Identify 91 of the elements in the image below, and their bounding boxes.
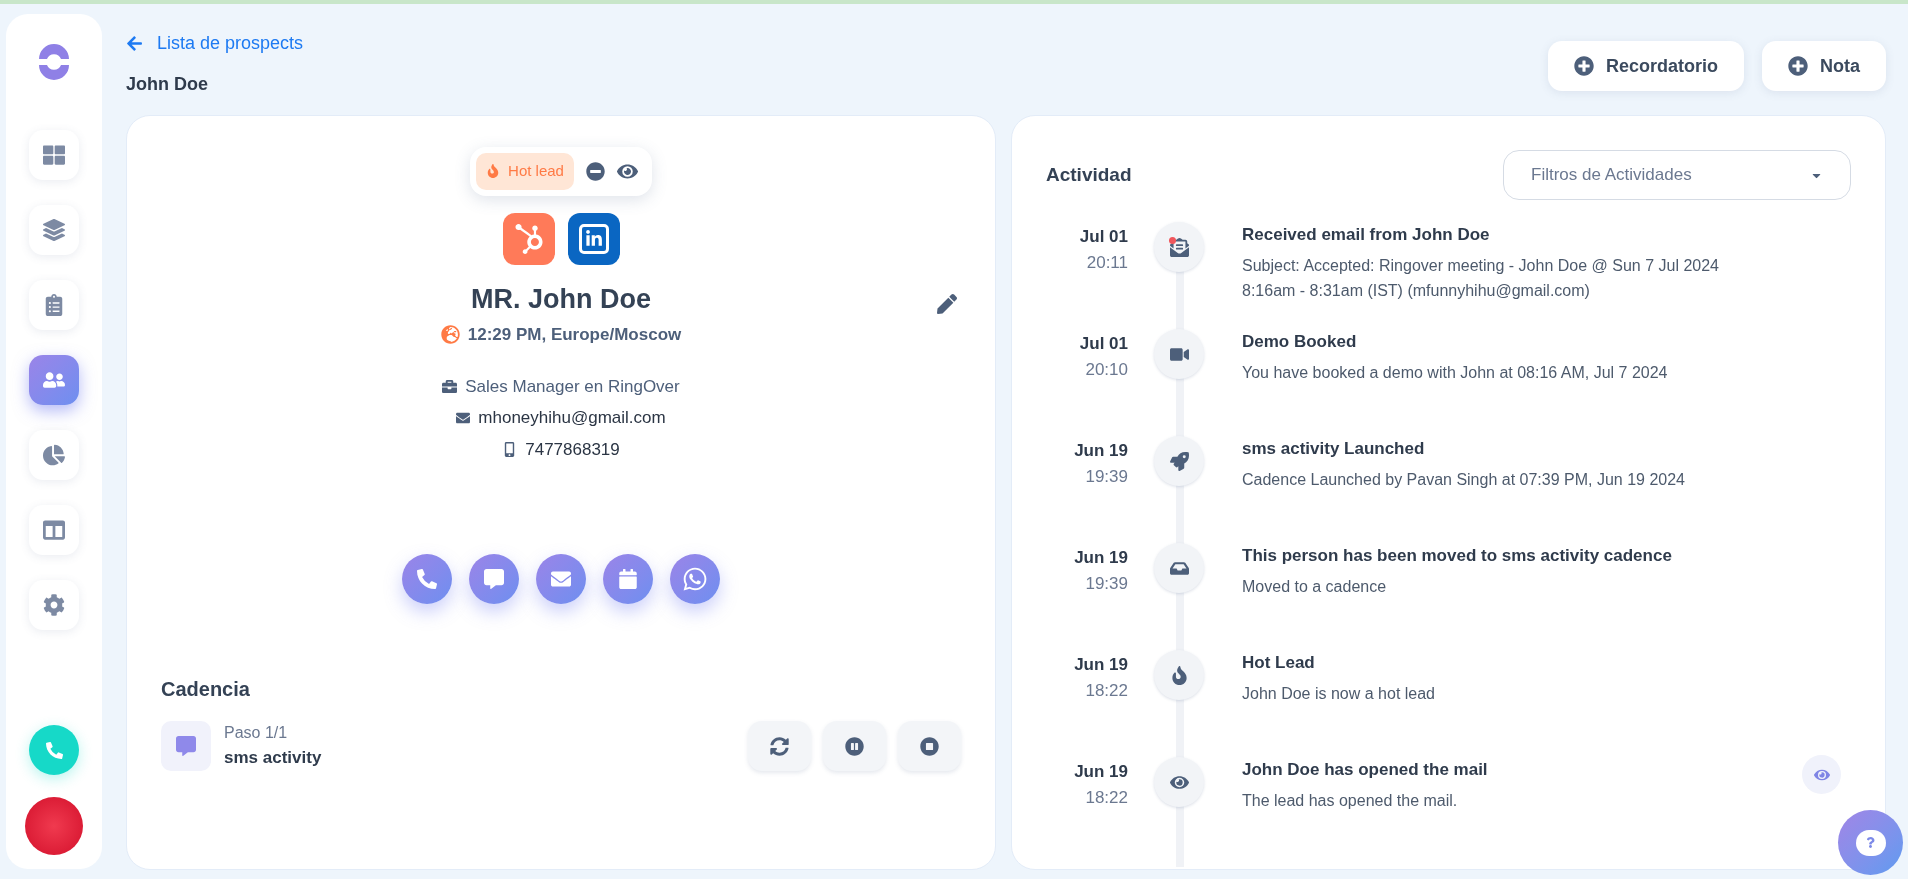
activity-description: You have booked a demo with John at 08:16 AM, Jul 7 2024 bbox=[1242, 362, 1669, 383]
sidebar-nav-button[interactable] bbox=[29, 130, 79, 180]
add-button[interactable]: Recordatorio bbox=[1547, 41, 1744, 91]
cadence-title: Cadencia bbox=[161, 677, 251, 702]
whatsapp-button[interactable] bbox=[670, 554, 720, 604]
plus-icon bbox=[1573, 56, 1594, 76]
activity-date: Jul 01 bbox=[1079, 333, 1128, 355]
back-arrow-icon bbox=[126, 35, 143, 52]
activity-time: 18:22 bbox=[1085, 679, 1128, 702]
page-title: John Doe bbox=[126, 73, 209, 96]
remove-icon[interactable] bbox=[585, 161, 605, 181]
linkedin-button[interactable] bbox=[567, 212, 620, 265]
add-button[interactable]: Nota bbox=[1762, 41, 1886, 91]
message-button[interactable] bbox=[469, 554, 519, 604]
tag-label: Hot lead bbox=[508, 161, 564, 181]
people-icon bbox=[43, 369, 65, 391]
activity-description: John Doe is now a hot lead bbox=[1242, 683, 1436, 704]
edit-icon[interactable] bbox=[937, 294, 957, 314]
calendar-button[interactable] bbox=[603, 554, 653, 604]
envelope-icon bbox=[456, 410, 471, 425]
user-avatar[interactable] bbox=[25, 797, 83, 855]
phone-button[interactable] bbox=[29, 725, 79, 775]
phone-icon bbox=[417, 569, 437, 589]
whatsapp-icon bbox=[682, 566, 708, 592]
briefcase-icon bbox=[442, 378, 458, 394]
settings-icon bbox=[43, 594, 65, 616]
contact-name: MR. John Doe bbox=[471, 282, 651, 316]
activity-description: Moved to a cadence bbox=[1242, 576, 1388, 597]
call-button[interactable] bbox=[402, 554, 452, 604]
sidebar-nav-button[interactable] bbox=[29, 430, 79, 480]
activity-title-text: Demo Booked bbox=[1242, 331, 1358, 353]
hubspot-button[interactable] bbox=[502, 212, 555, 265]
activity-title: Actividad bbox=[1046, 162, 1132, 187]
rocket-icon bbox=[1169, 451, 1189, 471]
chat-bubble-icon bbox=[484, 569, 504, 589]
layout-icon bbox=[43, 519, 65, 541]
dashboard-icon bbox=[43, 144, 65, 166]
sidebar-nav-button[interactable] bbox=[29, 205, 79, 255]
activity-time: 19:39 bbox=[1085, 572, 1128, 595]
email-button[interactable] bbox=[536, 554, 586, 604]
activity-time: 19:39 bbox=[1085, 465, 1128, 488]
clipboard-icon bbox=[43, 294, 65, 316]
view-button[interactable] bbox=[1802, 755, 1841, 794]
activity-title-text: This person has been moved to sms activity cadence bbox=[1242, 545, 1673, 567]
stop-icon bbox=[920, 736, 939, 756]
activity-date: Jun 19 bbox=[1074, 654, 1128, 676]
hubspot-logo-icon bbox=[513, 223, 544, 254]
activity-title-text: John Doe has opened the mail bbox=[1242, 759, 1489, 781]
calendar-icon bbox=[618, 569, 638, 589]
activity-time: 20:10 bbox=[1085, 358, 1128, 381]
back-link[interactable]: Lista de prospects bbox=[126, 30, 304, 57]
activity-time: 18:22 bbox=[1085, 786, 1128, 809]
email-address: mhoneyhihu@gmail.com bbox=[478, 407, 666, 429]
chat-bubble-icon bbox=[161, 721, 211, 771]
activity-description: Subject: Accepted: Ringover meeting - John Doe @ Sun 7 Jul 2024 8:16am - 8:31am (IST) (mfunnyhihu@gmail.com) bbox=[1242, 255, 1720, 301]
activity-description: The lead has opened the mail. bbox=[1242, 790, 1459, 811]
activity-title-text: sms activity Launched bbox=[1242, 438, 1426, 460]
timezone: 12:29 PM, Europe/Moscow bbox=[467, 324, 682, 346]
stack-icon bbox=[43, 219, 65, 241]
phone-icon bbox=[45, 741, 63, 759]
flame-icon bbox=[486, 164, 501, 179]
sidebar-nav-button[interactable] bbox=[29, 355, 79, 405]
globe-clock-icon bbox=[440, 325, 460, 345]
pause-button[interactable] bbox=[823, 721, 886, 771]
activity-date: Jun 19 bbox=[1074, 547, 1128, 569]
activity-date: Jul 01 bbox=[1079, 226, 1128, 248]
help-chat-icon bbox=[1855, 829, 1886, 856]
sidebar-nav-button[interactable] bbox=[29, 505, 79, 555]
refresh-icon bbox=[770, 736, 789, 756]
sidebar-nav-button[interactable] bbox=[29, 280, 79, 330]
activity-filter-select[interactable]: Filtros de Actividades bbox=[1503, 150, 1851, 200]
activity-description: Cadence Launched by Pavan Singh at 07:39 PM, Jun 19 2024 bbox=[1242, 469, 1686, 490]
job-title: Sales Manager en RingOver bbox=[465, 375, 680, 398]
refresh-button[interactable] bbox=[748, 721, 811, 771]
activity-title-text: Received email from John Doe bbox=[1242, 224, 1491, 246]
envelope-icon bbox=[1169, 237, 1189, 257]
flame-icon bbox=[1169, 665, 1189, 685]
stop-button[interactable] bbox=[898, 721, 961, 771]
activity-time: 20:11 bbox=[1086, 251, 1128, 274]
activity-date: Jun 19 bbox=[1074, 761, 1128, 783]
pie-chart-icon bbox=[43, 444, 65, 466]
activity-title-text: Hot Lead bbox=[1242, 652, 1316, 674]
pause-icon bbox=[845, 736, 864, 756]
sidebar-nav-button[interactable] bbox=[29, 580, 79, 630]
linkedin-logo-icon bbox=[578, 223, 609, 254]
cadence-activity: sms activity bbox=[224, 747, 322, 770]
envelope-icon bbox=[551, 569, 571, 589]
plus-icon bbox=[1788, 56, 1808, 76]
phone-number: 7477868319 bbox=[525, 438, 620, 461]
cadence-step: Paso 1/1 bbox=[224, 721, 322, 746]
activity-date: Jun 19 bbox=[1074, 440, 1128, 462]
